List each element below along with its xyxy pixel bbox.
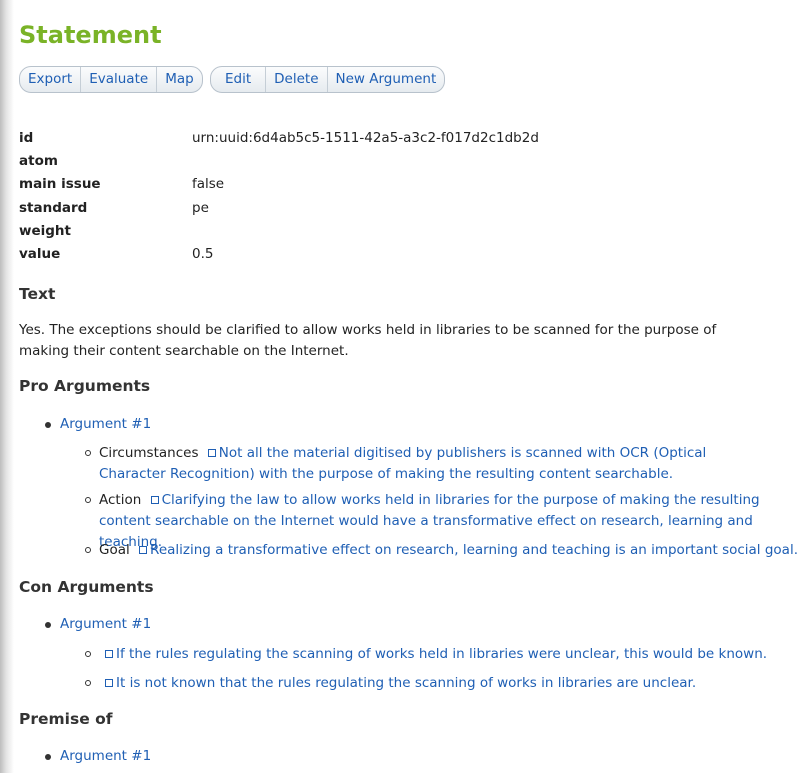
page-title: Statement [19, 21, 162, 49]
property-value: pe [192, 199, 209, 216]
property-row: weight [19, 219, 539, 242]
checkbox-icon [150, 496, 159, 504]
property-row: main issue false [19, 173, 539, 196]
property-value [192, 149, 539, 172]
checkbox-icon [105, 650, 113, 658]
premise-of-heading: Premise of [19, 710, 113, 728]
premise-role: Goal [99, 542, 130, 558]
edit-button[interactable]: Edit [211, 67, 265, 92]
property-row: id urn:uuid:6d4ab5c5-1511-42a5-a3c2-f017… [19, 126, 539, 149]
con-premise-item: It is not known that the rules regulatin… [85, 673, 775, 694]
premise-link[interactable]: If the rules regulating the scanning of … [116, 646, 767, 662]
property-key: atom [19, 152, 58, 169]
bullet-circle-icon [85, 680, 91, 686]
new-argument-button[interactable]: New Argument [326, 67, 445, 92]
premise-of-item: Argument #1 [45, 746, 151, 767]
premise-role: Circumstances [99, 445, 199, 461]
property-row: atom [19, 149, 539, 172]
pro-argument-item: Argument #1 [45, 414, 151, 435]
pro-premise-item: Goal Realizing a transformative effect o… [85, 540, 805, 561]
property-key: value [19, 246, 61, 263]
property-key: main issue [19, 176, 101, 193]
left-edge-shadow [0, 0, 14, 773]
bullet-circle-icon [85, 651, 91, 657]
bullet-dot-icon [45, 754, 51, 760]
property-key: id [19, 129, 34, 146]
properties-table: id urn:uuid:6d4ab5c5-1511-42a5-a3c2-f017… [19, 126, 539, 266]
delete-button[interactable]: Delete [265, 67, 326, 92]
con-argument-item: Argument #1 [45, 614, 151, 635]
property-value: 0.5 [192, 246, 214, 263]
property-value: false [192, 176, 225, 193]
bullet-circle-icon [85, 497, 91, 503]
con-argument-link[interactable]: Argument #1 [60, 614, 151, 635]
premise-role: Action [99, 492, 142, 508]
con-premise-item: If the rules regulating the scanning of … [85, 644, 775, 665]
evaluate-button[interactable]: Evaluate [80, 67, 156, 92]
premise-link[interactable]: It is not known that the rules regulatin… [116, 675, 696, 691]
bullet-dot-icon [45, 422, 51, 428]
view-button-group: Export Evaluate Map [19, 66, 203, 93]
bullet-circle-icon [85, 547, 91, 553]
pro-arguments-heading: Pro Arguments [19, 377, 151, 395]
text-heading: Text [19, 285, 56, 303]
property-key: standard [19, 199, 88, 216]
bullet-dot-icon [45, 622, 51, 628]
con-arguments-heading: Con Arguments [19, 578, 154, 596]
checkbox-icon [207, 449, 216, 457]
property-key: weight [19, 222, 71, 239]
pro-premise-item: Circumstances Not all the material digit… [85, 443, 775, 485]
premise-link[interactable]: Realizing a transformative effect on res… [150, 542, 798, 558]
pro-argument-link[interactable]: Argument #1 [60, 414, 151, 435]
export-button[interactable]: Export [20, 67, 80, 92]
property-value: urn:uuid:6d4ab5c5-1511-42a5-a3c2-f017d2c… [192, 129, 539, 146]
bullet-circle-icon [85, 450, 91, 456]
property-row: value 0.5 [19, 242, 539, 265]
edit-button-group: Edit Delete New Argument [210, 66, 446, 93]
property-row: standard pe [19, 196, 539, 219]
checkbox-icon [105, 679, 113, 687]
premise-of-argument-link[interactable]: Argument #1 [60, 746, 151, 767]
statement-text: Yes. The exceptions should be clarified … [19, 322, 717, 359]
checkbox-icon [139, 546, 148, 554]
property-value [192, 219, 539, 242]
map-button[interactable]: Map [156, 67, 202, 92]
